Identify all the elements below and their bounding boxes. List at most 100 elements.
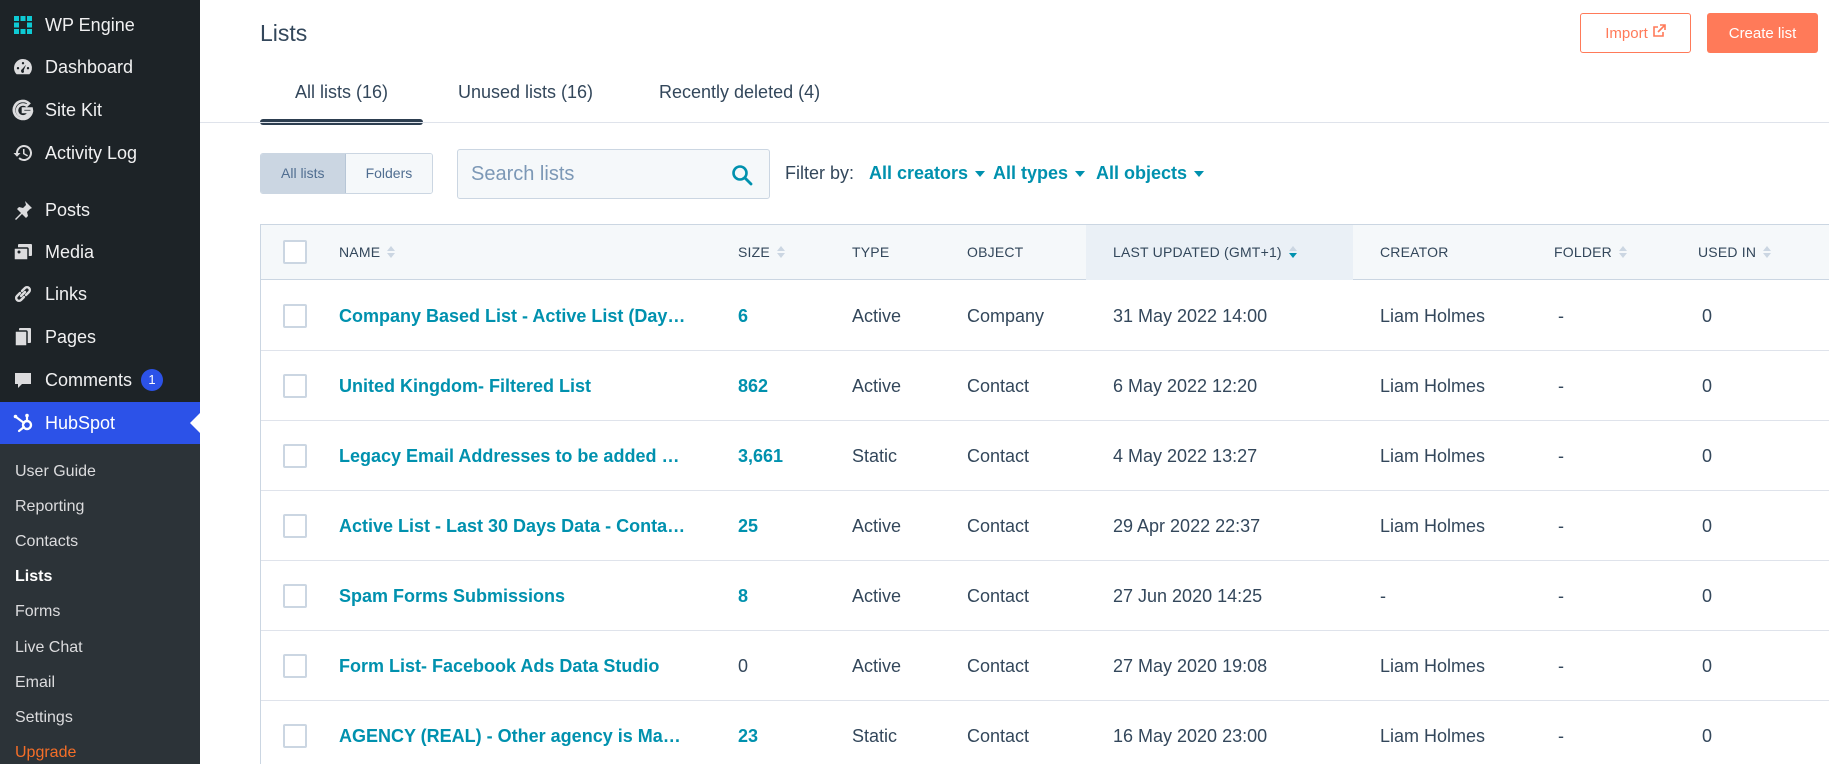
submenu-lists[interactable]: Lists (15, 568, 52, 586)
row-checkbox[interactable] (283, 724, 307, 748)
filter-types-dropdown[interactable]: All types (993, 163, 1086, 184)
list-tabs: All lists (16) Unused lists (16) Recentl… (260, 72, 1829, 124)
list-size-link[interactable]: 23 (738, 726, 758, 747)
submenu-reporting[interactable]: Reporting (15, 498, 84, 516)
list-used-in: 0 (1702, 376, 1713, 396)
list-name-link[interactable]: AGENCY (REAL) - Other agency is Mark… (339, 726, 687, 747)
column-header-creator: CREATOR (1380, 244, 1449, 260)
sidebar-item-media[interactable]: Media (0, 231, 200, 273)
tab-recently-deleted[interactable]: Recently deleted (4) (659, 82, 820, 103)
list-last-updated: 27 Jun 2020 14:25 (1113, 586, 1263, 606)
view-all-lists-button[interactable]: All lists (261, 154, 346, 193)
sort-descending-icon (1288, 246, 1297, 258)
row-checkbox[interactable] (283, 304, 307, 328)
sidebar-item-label: Site Kit (45, 99, 103, 120)
sidebar-item-label: Comments (45, 369, 133, 390)
pages-icon (12, 326, 34, 348)
row-checkbox[interactable] (283, 584, 307, 608)
sidebar-item-hubspot[interactable]: HubSpot (0, 402, 200, 444)
select-all-checkbox[interactable] (283, 240, 307, 264)
list-object: Contact (967, 726, 1030, 746)
create-list-button[interactable]: Create list (1707, 13, 1818, 53)
list-folder: - (1558, 446, 1564, 466)
list-name-link[interactable]: United Kingdom- Filtered List (339, 376, 687, 397)
column-header-used-in[interactable]: USED IN (1698, 244, 1772, 260)
row-checkbox[interactable] (283, 374, 307, 398)
sort-icon (1619, 246, 1627, 258)
submenu-upgrade[interactable]: Upgrade (15, 744, 76, 762)
sort-icon (1763, 246, 1772, 258)
list-size-link[interactable]: 8 (738, 586, 748, 607)
submenu-settings[interactable]: Settings (15, 709, 73, 727)
tab-unused-lists[interactable]: Unused lists (16) (458, 82, 593, 103)
submenu-user-guide[interactable]: User Guide (15, 463, 96, 481)
pin-icon (12, 199, 34, 221)
column-header-label: CREATOR (1380, 244, 1449, 260)
list-name-link[interactable]: Legacy Email Addresses to be added as… (339, 446, 687, 467)
list-folder: - (1558, 586, 1564, 606)
column-header-size[interactable]: SIZE (738, 244, 785, 260)
submenu-email[interactable]: Email (15, 674, 55, 692)
sidebar-item-comments[interactable]: Comments 1 (0, 359, 200, 401)
submenu-live-chat[interactable]: Live Chat (15, 639, 83, 657)
sort-icon (387, 246, 396, 258)
list-size-link[interactable]: 25 (738, 516, 758, 537)
list-creator: Liam Holmes (1380, 726, 1486, 746)
column-header-label: OBJECT (967, 244, 1024, 260)
list-creator: - (1380, 586, 1386, 606)
list-type: Static (852, 446, 898, 466)
list-name-link[interactable]: Company Based List - Active List (Days t… (339, 306, 687, 327)
list-folder: - (1558, 516, 1564, 536)
lists-table: NAME SIZE TYPE OBJECT LAST UPDATED (GMT+… (260, 224, 1829, 764)
google-icon (12, 99, 34, 121)
list-creator: Liam Holmes (1380, 516, 1486, 536)
column-header-object: OBJECT (967, 244, 1023, 260)
sidebar-item-activity-log[interactable]: Activity Log (0, 132, 200, 174)
tab-all-lists[interactable]: All lists (16) (295, 82, 388, 103)
list-name-link[interactable]: Form List- Facebook Ads Data Studio (339, 656, 687, 677)
list-size-link[interactable]: 3,661 (738, 446, 783, 467)
filter-creators-dropdown[interactable]: All creators (869, 163, 986, 184)
column-header-last-updated[interactable]: LAST UPDATED (GMT+1) (1113, 244, 1297, 260)
row-checkbox[interactable] (283, 654, 307, 678)
list-name-link[interactable]: Active List - Last 30 Days Data - Contac… (339, 516, 687, 537)
filter-objects-dropdown[interactable]: All objects (1096, 163, 1205, 184)
sidebar-item-label: Links (45, 283, 88, 304)
list-size-link[interactable]: 6 (738, 306, 748, 327)
search-box (457, 149, 770, 199)
list-folder: - (1558, 306, 1564, 326)
column-header-label: TYPE (852, 244, 890, 260)
sidebar-item-label: WP Engine (45, 14, 135, 35)
view-folders-button[interactable]: Folders (345, 154, 433, 193)
list-folder: - (1558, 726, 1564, 746)
sidebar-item-links[interactable]: Links (0, 273, 200, 315)
search-icon[interactable] (731, 164, 753, 186)
row-checkbox[interactable] (283, 514, 307, 538)
submenu-contacts[interactable]: Contacts (15, 533, 78, 551)
list-creator: Liam Holmes (1380, 446, 1486, 466)
list-used-in: 0 (1702, 726, 1713, 746)
sidebar-item-label: Posts (45, 199, 91, 220)
sidebar-item-label: Pages (45, 326, 97, 347)
column-header-folder[interactable]: FOLDER (1554, 244, 1627, 260)
sidebar-item-site-kit[interactable]: Site Kit (0, 89, 200, 131)
import-button[interactable]: Import (1580, 13, 1691, 53)
sidebar-item-wp-engine[interactable]: WP Engine (0, 4, 200, 46)
filter-creators-label: All creators (869, 163, 969, 183)
sidebar-item-dashboard[interactable]: Dashboard (0, 46, 200, 88)
chevron-down-icon (1075, 170, 1086, 177)
sidebar-item-posts[interactable]: Posts (0, 189, 200, 231)
row-checkbox[interactable] (283, 444, 307, 468)
wp-admin-sidebar: WP Engine Dashboard Site Kit Activity Lo… (0, 0, 200, 764)
list-size-link[interactable]: 862 (738, 376, 768, 397)
search-input[interactable] (458, 150, 718, 198)
submenu-forms[interactable]: Forms (15, 603, 60, 621)
list-name-link[interactable]: Spam Forms Submissions (339, 586, 687, 607)
column-header-label: USED IN (1698, 244, 1757, 260)
sidebar-item-pages[interactable]: Pages (0, 316, 200, 358)
list-type: Active (852, 656, 902, 676)
list-folder: - (1558, 656, 1564, 676)
list-used-in: 0 (1702, 516, 1713, 536)
list-creator: Liam Holmes (1380, 376, 1486, 396)
column-header-name[interactable]: NAME (339, 244, 396, 260)
